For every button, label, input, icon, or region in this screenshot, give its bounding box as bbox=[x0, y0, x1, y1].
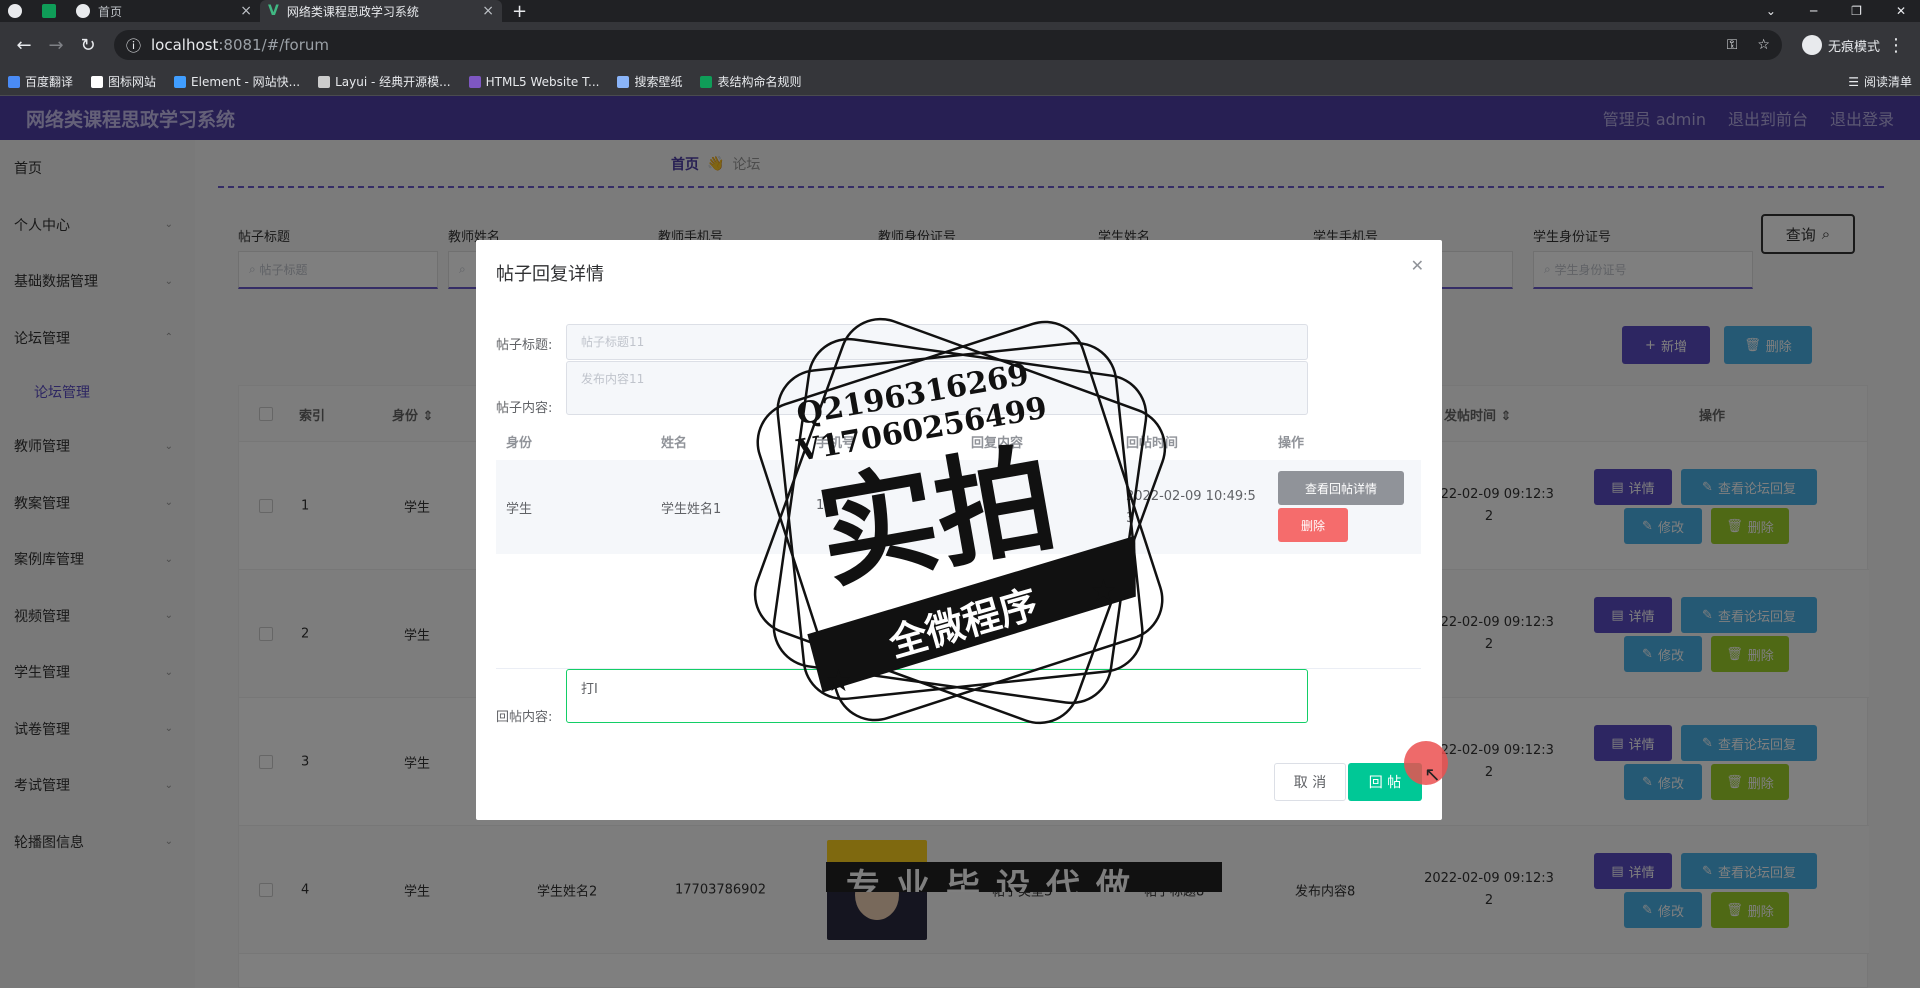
bookmark-icon bbox=[700, 75, 713, 88]
close-window-icon[interactable]: ✕ bbox=[1896, 4, 1906, 18]
url-bar[interactable]: ⓘ localhost:8081/#/forum ⚿ ☆ bbox=[114, 30, 1782, 60]
bookmark-icon bbox=[318, 75, 331, 88]
close-icon[interactable]: ✕ bbox=[1411, 256, 1424, 275]
bookmark-item[interactable]: Element - 网站快... bbox=[174, 73, 300, 90]
reply-content-textarea[interactable]: 打I bbox=[566, 669, 1308, 723]
reply-table-row: 学生 学生姓名1 1 2022-02-09 10:49:5 3 查看回帖详情 删除 bbox=[496, 460, 1421, 554]
bookmarks-bar: 百度翻译 图标网站 Element - 网站快... Layui - 经典开源模… bbox=[0, 68, 1920, 96]
delete-reply-button[interactable]: 删除 bbox=[1278, 508, 1348, 542]
forward-icon[interactable]: → bbox=[40, 35, 72, 56]
post-title-field: 帖子标题11 bbox=[566, 324, 1308, 360]
address-bar-row: ← → ↻ ⓘ localhost:8081/#/forum ⚿ ☆ 无痕模式 … bbox=[0, 22, 1920, 68]
bookmark-item[interactable]: Layui - 经典开源模... bbox=[318, 73, 451, 90]
back-icon[interactable]: ← bbox=[8, 35, 40, 56]
mouse-pointer-icon: ↖ bbox=[1424, 762, 1441, 786]
browser-tab-home[interactable]: 首页 × bbox=[68, 0, 260, 22]
star-icon[interactable]: ☆ bbox=[1757, 37, 1770, 53]
window-controls: ⌄ ─ ❐ ✕ bbox=[1766, 4, 1920, 18]
url-path: :8081/#/forum bbox=[218, 36, 330, 54]
bookmark-item[interactable]: 搜索壁纸 bbox=[617, 73, 682, 90]
globe-icon bbox=[76, 4, 90, 18]
view-reply-detail-button[interactable]: 查看回帖详情 bbox=[1278, 471, 1404, 505]
info-icon[interactable]: ⓘ bbox=[126, 35, 141, 56]
reload-icon[interactable]: ↻ bbox=[72, 35, 104, 56]
browser-tab-pinned[interactable] bbox=[0, 0, 34, 22]
reply-table-header: 身份 姓名 手机号 回复内容 回帖时间 操作 bbox=[506, 436, 1305, 451]
incognito-badge[interactable]: 无痕模式 bbox=[1801, 35, 1880, 55]
url-host: localhost bbox=[151, 36, 219, 54]
bookmark-icon bbox=[174, 75, 187, 88]
tab-label: 首页 bbox=[98, 4, 123, 19]
minimize-icon[interactable]: ─ bbox=[1810, 4, 1817, 18]
close-tab-icon[interactable]: × bbox=[240, 3, 252, 19]
bookmark-icon bbox=[617, 75, 630, 88]
bookmark-item[interactable]: 表结构命名规则 bbox=[700, 73, 801, 90]
bookmark-icon bbox=[468, 75, 481, 88]
cancel-button[interactable]: 取 消 bbox=[1274, 763, 1346, 801]
reply-content-label: 回帖内容: bbox=[496, 710, 553, 725]
vue-icon: V bbox=[268, 3, 279, 19]
sheet-icon bbox=[42, 4, 56, 18]
browser-tab-pinned-2[interactable] bbox=[34, 0, 68, 22]
bookmark-item[interactable]: 百度翻译 bbox=[8, 73, 73, 90]
post-content-field: 发布内容11 bbox=[566, 361, 1308, 415]
post-title-label: 帖子标题: bbox=[496, 338, 553, 353]
reading-list-icon: ☰ bbox=[1848, 74, 1859, 89]
bookmark-icon bbox=[8, 75, 20, 88]
close-tab-icon[interactable]: × bbox=[482, 3, 494, 19]
reading-list[interactable]: ☰ 阅读清单 bbox=[1848, 73, 1912, 90]
browser-tab-strip: 首页 × V 网络类课程思政学习系统 × + ⌄ ─ ❐ ✕ bbox=[0, 0, 1920, 22]
new-tab-icon[interactable]: + bbox=[502, 1, 537, 22]
bookmark-item[interactable]: 图标网站 bbox=[91, 73, 156, 90]
post-content-label: 帖子内容: bbox=[496, 401, 553, 416]
reply-detail-dialog: 帖子回复详情 ✕ 帖子标题: 帖子标题11 帖子内容: 发布内容11 身份 姓名… bbox=[476, 240, 1442, 820]
bookmark-item[interactable]: HTML5 Website T... bbox=[468, 75, 599, 89]
menu-icon[interactable]: ⋮ bbox=[1880, 35, 1912, 56]
key-icon[interactable]: ⚿ bbox=[1727, 37, 1738, 53]
dialog-title: 帖子回复详情 bbox=[496, 264, 604, 285]
restore-icon[interactable]: ❐ bbox=[1851, 4, 1862, 18]
tab-label: 网络类课程思政学习系统 bbox=[286, 4, 419, 19]
incognito-label: 无痕模式 bbox=[1827, 39, 1880, 55]
tab-search-icon[interactable]: ⌄ bbox=[1766, 4, 1776, 18]
globe-icon bbox=[8, 4, 22, 18]
incognito-icon bbox=[1801, 35, 1822, 55]
bookmark-icon bbox=[91, 75, 104, 88]
browser-tab-active[interactable]: V 网络类课程思政学习系统 × bbox=[260, 0, 502, 22]
